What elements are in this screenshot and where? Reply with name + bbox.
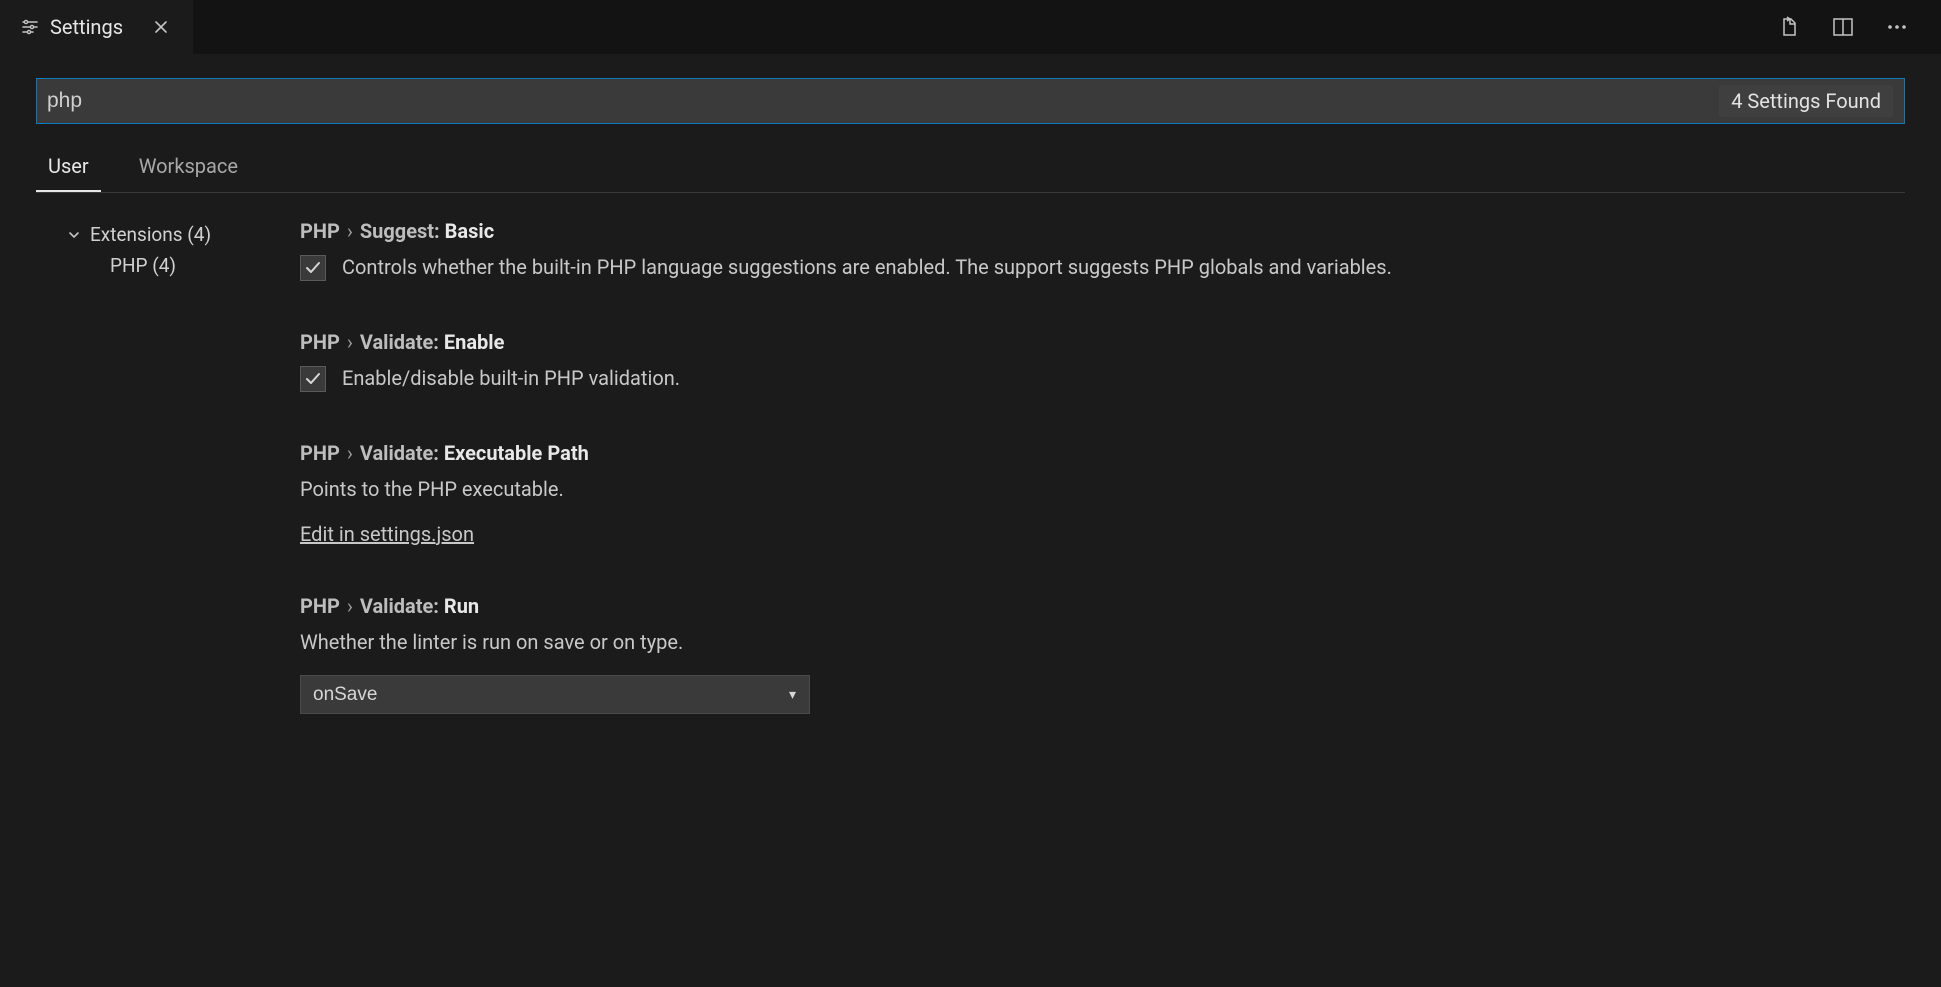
tab-settings[interactable]: Settings: [0, 0, 193, 54]
title-bar: Settings: [0, 0, 1941, 54]
search-container: 4 Settings Found: [36, 78, 1905, 124]
open-settings-json-icon[interactable]: [1775, 13, 1803, 41]
setting-title: PHP › Validate: Run: [300, 594, 1881, 618]
setting-label: Run: [444, 594, 479, 618]
setting-item: PHP › Validate: Executable Path Points to…: [300, 441, 1881, 546]
settings-editor: 4 Settings Found User Workspace Extensio…: [0, 54, 1941, 987]
setting-select-wrap: onSave: [300, 675, 810, 714]
breadcrumb-separator: ›: [342, 594, 358, 618]
title-actions: [1775, 13, 1941, 41]
settings-body: Extensions (4) PHP (4) PHP › Suggest: Ba…: [0, 193, 1941, 762]
scope-tab-workspace[interactable]: Workspace: [127, 154, 250, 192]
results-count-badge: 4 Settings Found: [1719, 85, 1893, 117]
setting-checkbox[interactable]: [300, 255, 326, 281]
setting-title: PHP › Validate: Executable Path: [300, 441, 1881, 465]
settings-list: PHP › Suggest: Basic Controls whether the…: [300, 219, 1941, 762]
setting-scope: PHP: [300, 594, 340, 618]
setting-label: Enable: [444, 330, 505, 354]
toc-label: Extensions (4): [90, 223, 211, 246]
chevron-down-icon: [66, 227, 82, 243]
close-icon[interactable]: [147, 13, 175, 41]
scope-tabs: User Workspace: [36, 154, 1905, 193]
more-actions-icon[interactable]: [1883, 13, 1911, 41]
settings-search-input[interactable]: [36, 78, 1905, 124]
edit-in-settings-json-link[interactable]: Edit in settings.json: [300, 522, 474, 546]
setting-checkbox[interactable]: [300, 366, 326, 392]
breadcrumb-separator: ›: [342, 219, 358, 243]
tab-title: Settings: [50, 15, 123, 39]
setting-section: Suggest:: [360, 219, 440, 243]
setting-description: Whether the linter is run on save or on …: [300, 628, 1881, 657]
breadcrumb-separator: ›: [342, 441, 358, 465]
setting-section: Validate:: [360, 594, 439, 618]
toc-item-php[interactable]: PHP (4): [66, 250, 300, 281]
setting-section: Validate:: [360, 330, 439, 354]
split-editor-icon[interactable]: [1829, 13, 1857, 41]
setting-select[interactable]: onSave: [300, 675, 810, 714]
setting-description: Enable/disable built-in PHP validation.: [342, 364, 680, 393]
setting-description: Points to the PHP executable.: [300, 475, 1881, 504]
setting-scope: PHP: [300, 219, 340, 243]
setting-item: PHP › Validate: Run Whether the linter is…: [300, 594, 1881, 714]
setting-scope: PHP: [300, 441, 340, 465]
setting-label: Basic: [445, 219, 494, 243]
setting-label: Executable Path: [444, 441, 589, 465]
settings-list-icon: [20, 17, 40, 37]
setting-section: Validate:: [360, 441, 439, 465]
setting-body: Enable/disable built-in PHP validation.: [300, 364, 1881, 393]
breadcrumb-separator: ›: [342, 330, 358, 354]
settings-toc: Extensions (4) PHP (4): [0, 219, 300, 762]
toc-item-extensions[interactable]: Extensions (4): [66, 219, 300, 250]
toc-label: PHP (4): [110, 254, 176, 277]
setting-description: Controls whether the built-in PHP langua…: [342, 253, 1392, 282]
setting-scope: PHP: [300, 330, 340, 354]
setting-title: PHP › Suggest: Basic: [300, 219, 1881, 243]
scope-tab-user[interactable]: User: [36, 154, 101, 192]
setting-body: Controls whether the built-in PHP langua…: [300, 253, 1881, 282]
setting-item: PHP › Validate: Enable Enable/disable bui…: [300, 330, 1881, 393]
setting-item: PHP › Suggest: Basic Controls whether the…: [300, 219, 1881, 282]
setting-title: PHP › Validate: Enable: [300, 330, 1881, 354]
